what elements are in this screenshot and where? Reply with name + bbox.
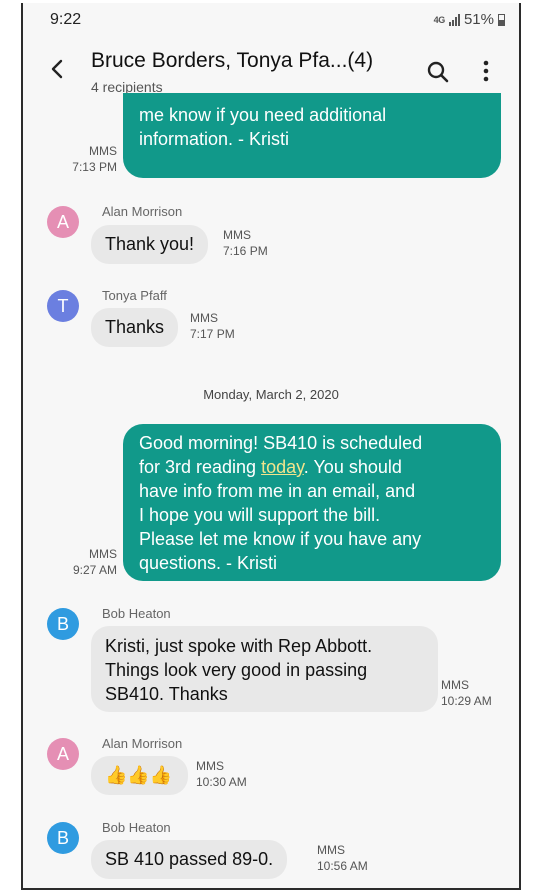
message-line: have info from me in an email, and <box>139 481 416 501</box>
message-text: Thank you! <box>105 234 195 254</box>
message-type: MMS <box>223 228 251 242</box>
message-text: SB 410 passed 89-0. <box>105 849 274 869</box>
thumbs-up-emoji: 👍👍👍 <box>105 765 173 785</box>
incoming-message-bubble[interactable]: Kristi, just spoke with Rep Abbott. Thin… <box>91 626 438 712</box>
message-type: MMS <box>89 144 117 158</box>
message-type: MMS <box>190 311 218 325</box>
sender-name: Tonya Pfaff <box>102 288 167 303</box>
message-meta: MMS 9:27 AM <box>53 546 117 578</box>
message-line: Things look very good in passing <box>105 660 368 680</box>
avatar[interactable]: A <box>47 206 79 238</box>
sender-name: Alan Morrison <box>102 736 183 751</box>
message-line: I hope you will support the bill. <box>139 505 381 525</box>
status-indicators: 4G 51% <box>434 11 505 28</box>
network-type: 4G <box>433 14 446 25</box>
message-time: 10:30 AM <box>196 775 247 789</box>
incoming-message-bubble[interactable]: Thank you! <box>91 225 209 264</box>
message-time: 10:56 AM <box>317 859 368 873</box>
avatar[interactable]: T <box>47 290 79 322</box>
message-meta: MMS 7:13 PM <box>53 143 117 175</box>
message-meta: MMS 7:17 PM <box>190 310 235 342</box>
phone-screen: 9:22 4G 51% Bruce Borders, Tonya Pfa...(… <box>21 3 521 890</box>
message-line: me know if you need additional <box>139 105 387 125</box>
message-time: 9:27 AM <box>72 563 117 577</box>
message-meta: MMS 10:29 AM <box>441 677 492 709</box>
message-line: SB410. Thanks <box>105 684 228 704</box>
message-type: MMS <box>196 759 224 773</box>
battery-percent: 51% <box>463 11 494 28</box>
status-time: 9:22 <box>50 11 82 28</box>
more-options-icon[interactable] <box>481 59 491 83</box>
sender-name: Bob Heaton <box>102 820 171 835</box>
search-icon[interactable] <box>427 61 449 83</box>
message-type: MMS <box>317 843 345 857</box>
message-text: Thanks <box>105 317 165 337</box>
message-time: 7:16 PM <box>223 244 268 258</box>
message-line: Good morning! SB410 is scheduled <box>139 433 423 453</box>
message-time: 7:17 PM <box>190 327 235 341</box>
sender-name: Alan Morrison <box>102 204 183 219</box>
date-link[interactable]: today <box>261 457 304 477</box>
sender-name: Bob Heaton <box>102 606 171 621</box>
battery-icon <box>498 13 505 26</box>
incoming-message-bubble[interactable]: Thanks <box>91 308 179 347</box>
message-meta: MMS 10:56 AM <box>317 842 368 874</box>
back-arrow-icon[interactable] <box>49 59 65 79</box>
message-type: MMS <box>89 547 117 561</box>
message-time: 10:29 AM <box>441 694 492 708</box>
message-meta: MMS 7:16 PM <box>223 227 268 259</box>
message-type: MMS <box>441 678 469 692</box>
message-line: information. - Kristi <box>139 129 290 149</box>
signal-icon <box>448 13 460 26</box>
message-meta: MMS 10:30 AM <box>196 758 247 790</box>
message-line: questions. - Kristi <box>139 553 278 573</box>
message-list[interactable]: me know if you need additional informati… <box>23 93 519 888</box>
status-bar: 9:22 4G 51% <box>23 3 519 33</box>
incoming-message-bubble[interactable]: SB 410 passed 89-0. <box>91 840 288 879</box>
avatar[interactable]: A <box>47 738 79 770</box>
message-time: 7:13 PM <box>72 160 117 174</box>
message-line: Kristi, just spoke with Rep Abbott. <box>105 636 373 656</box>
date-separator: Monday, March 2, 2020 <box>203 387 339 402</box>
outgoing-message-bubble[interactable]: Good morning! SB410 is scheduled for 3rd… <box>123 424 501 581</box>
avatar[interactable]: B <box>47 822 79 854</box>
outgoing-message-bubble[interactable]: me know if you need additional informati… <box>123 93 501 178</box>
incoming-message-bubble[interactable]: 👍👍👍 <box>91 756 189 795</box>
message-line: Please let me know if you have any <box>139 529 422 549</box>
message-line: for 3rd reading today. You should <box>139 457 402 477</box>
avatar[interactable]: B <box>47 608 79 640</box>
conversation-title[interactable]: Bruce Borders, Tonya Pfa...(4) <box>91 49 373 73</box>
